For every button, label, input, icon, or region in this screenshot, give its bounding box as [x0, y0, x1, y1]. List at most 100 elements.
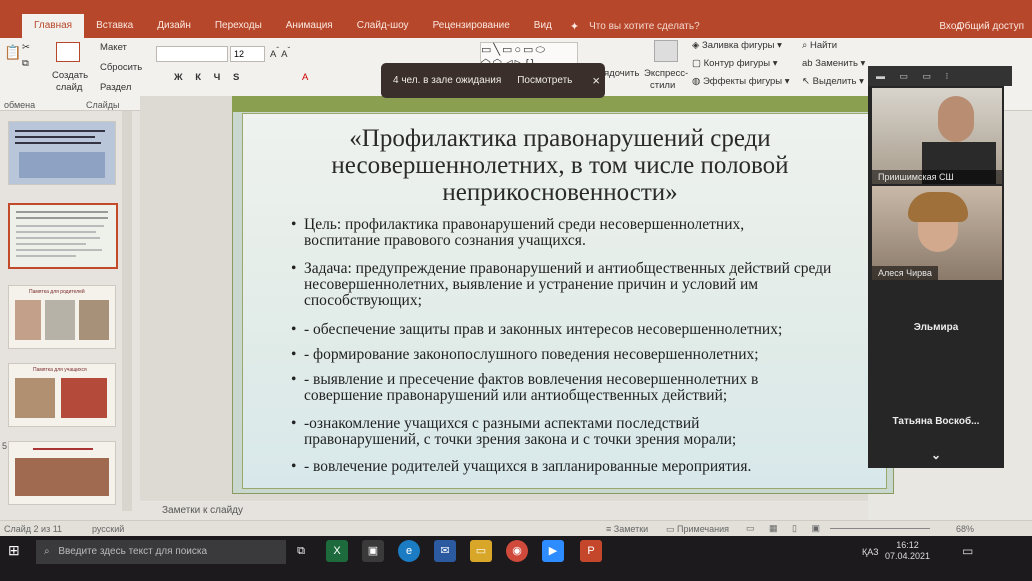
bullet-7[interactable]: • - вовлечение родителей учащихся в запла… — [291, 458, 864, 475]
bullet-4[interactable]: • - формирование законопослушного поведен… — [291, 346, 864, 363]
font-size-box[interactable]: 12 — [230, 46, 265, 62]
participant-name-4: Татьяна Воскоб... — [892, 416, 980, 427]
store-icon[interactable]: ▣ — [362, 540, 384, 562]
tab-slideshow[interactable]: Слайд-шоу — [345, 14, 421, 38]
copy-icon[interactable]: ⧉ — [22, 58, 29, 69]
shape-effects-button[interactable]: ◍ Эффекты фигуры ▾ — [692, 76, 790, 87]
mail-icon[interactable]: ✉ — [434, 540, 456, 562]
chevron-down-icon[interactable]: ⌄ — [868, 448, 1004, 462]
new-slide-icon[interactable] — [56, 42, 80, 62]
bullet-6[interactable]: • -ознакомление учащихся с разными аспект… — [291, 416, 804, 448]
tab-view[interactable]: Вид — [522, 14, 564, 38]
tab-transitions[interactable]: Переходы — [203, 14, 274, 38]
shape-outline-button[interactable]: ▢ Контур фигуры ▾ — [692, 58, 777, 69]
font-color-icon[interactable]: A — [302, 72, 308, 83]
select-button[interactable]: ↖ Выделить ▾ — [802, 76, 864, 87]
font-grow-icon[interactable]: Aˆ Aˇ — [270, 46, 290, 60]
search-placeholder: Введите здесь текст для поиска — [58, 546, 208, 557]
bullet-2[interactable]: • Задача: предупреждение правонарушений и… — [291, 260, 864, 309]
find-button[interactable]: ⌕ Найти — [802, 40, 837, 51]
task-view-icon[interactable]: ⧉ — [290, 540, 312, 562]
zoom-slider[interactable] — [830, 528, 930, 529]
bullet-7-text: - вовлечение родителей учащихся в заплан… — [304, 458, 752, 475]
bullet-5[interactable]: • - выявление и пресечение фактов вовлече… — [291, 372, 824, 404]
language-indicator[interactable]: русский — [92, 524, 124, 534]
share-button[interactable]: Общий доступ — [957, 21, 1024, 32]
slide-thumbnail-2[interactable] — [8, 203, 118, 269]
reset-button[interactable]: Сбросить — [100, 62, 142, 73]
title-bar — [0, 0, 1032, 14]
replace-button[interactable]: ab Заменить ▾ — [802, 58, 865, 69]
participant-video-1[interactable]: Приишимская СШ — [872, 88, 1002, 184]
excel-icon[interactable]: X — [326, 540, 348, 562]
comments-toggle[interactable]: ▭ Примечания — [666, 524, 729, 535]
chrome-icon[interactable]: ◉ — [506, 540, 528, 562]
clock-date: 07.04.2021 — [885, 551, 931, 561]
slide-title[interactable]: «Профилактика правонарушений среди несов… — [250, 125, 870, 206]
system-clock[interactable]: 16:12 07.04.2021 — [885, 540, 930, 562]
tab-home[interactable]: Главная — [22, 14, 85, 38]
paste-icon[interactable]: 📋 — [4, 44, 21, 61]
bullet-2-text: Задача: предупреждение правонарушений и … — [304, 260, 832, 309]
tab-insert[interactable]: Вставка — [84, 14, 145, 38]
tell-me-search[interactable]: Что вы хотите сделать? — [589, 21, 700, 32]
tab-file[interactable] — [0, 14, 22, 38]
panel-toolbar: ▬ ▭ ▭ ⁝ — [868, 66, 1012, 86]
bullet-dot: • — [291, 216, 297, 233]
tab-animation[interactable]: Анимация — [274, 14, 345, 38]
explorer-icon[interactable]: ▭ — [470, 540, 492, 562]
taskbar-search[interactable]: ⌕ Введите здесь текст для поиска — [36, 540, 286, 564]
shape-fill-label: Заливка фигуры — [701, 40, 775, 51]
notes-pane[interactable]: Заметки к слайду — [140, 502, 868, 520]
participant-video-2[interactable]: Алеся Чирва — [872, 186, 1002, 280]
replace-label: Заменить — [815, 58, 858, 69]
zoom-app-icon[interactable]: ▶ — [542, 540, 564, 562]
bullet-1-text: Цель: профилактика правонарушений среди … — [304, 216, 745, 249]
notes-toggle[interactable]: ≡ Заметки — [606, 524, 648, 534]
group-label-clipboard: обмена — [4, 100, 36, 110]
slide-top-band — [232, 96, 892, 112]
windows-start-icon[interactable]: ⊞ — [8, 542, 20, 559]
thumbnails-scrollbar[interactable] — [122, 111, 132, 511]
edge-icon[interactable]: e — [398, 540, 420, 562]
font-name-box[interactable] — [156, 46, 228, 62]
bullet-dot: • — [291, 346, 297, 363]
arrange-button[interactable]: ядочить — [604, 68, 639, 79]
view-buttons[interactable]: ▭ ▦ ▯ ▣ — [746, 523, 826, 534]
slide-thumbnail-1[interactable] — [8, 121, 116, 185]
tab-review[interactable]: Рецензирование — [421, 14, 522, 38]
close-icon[interactable]: × — [592, 73, 600, 88]
language-indicator-taskbar[interactable]: ҚАЗ — [862, 547, 879, 557]
clock-time: 16:12 — [896, 540, 919, 550]
bullet-4-text: - формирование законопослушного поведени… — [304, 346, 759, 363]
bullet-3[interactable]: • - обеспечение защиты прав и законных ин… — [291, 322, 864, 338]
notes-toggle-label: Заметки — [613, 524, 649, 534]
toast-view-button[interactable]: Посмотреть — [517, 75, 572, 86]
participant-face-1 — [938, 96, 974, 142]
participant-name-3: Эльмира — [913, 322, 959, 333]
powerpoint-icon[interactable]: P — [580, 540, 602, 562]
tab-design[interactable]: Дизайн — [145, 14, 203, 38]
shape-outline-label: Контур фигуры — [703, 58, 771, 69]
new-slide-label-1[interactable]: Создать — [52, 70, 88, 81]
cut-icon[interactable]: ✂ — [22, 42, 30, 53]
shape-fill-button[interactable]: ◈ Заливка фигуры ▾ — [692, 40, 782, 51]
slide-thumbnail-3[interactable]: Памятка для родителей — [8, 285, 116, 349]
section-button[interactable]: Раздел — [100, 82, 131, 93]
quick-styles-label-2[interactable]: стили — [650, 80, 675, 91]
quick-styles-icon[interactable] — [654, 40, 678, 62]
slide-thumbnail-5[interactable] — [8, 441, 116, 505]
font-style-buttons[interactable]: Ж К Ч S — [174, 72, 244, 83]
slide-thumbnail-4-caption: Памятка для учащихся — [33, 367, 87, 373]
notification-icon[interactable]: ▭ — [962, 544, 973, 558]
zoom-level[interactable]: 68% — [956, 524, 974, 534]
select-label: Выделить — [812, 76, 857, 87]
slide-number-5: 5 — [2, 441, 8, 451]
slide-thumbnail-4[interactable]: Памятка для учащихся — [8, 363, 116, 427]
layout-button[interactable]: Макет — [100, 42, 127, 53]
quick-styles-label-1[interactable]: Экспресс- — [644, 68, 688, 79]
slide-thumbnails-pane: Памятка для родителей Памятка для учащих… — [0, 111, 140, 521]
participant-name-2: Алеся Чирва — [872, 266, 938, 280]
bullet-1[interactable]: • Цель: профилактика правонарушений среди… — [291, 216, 814, 249]
new-slide-label-2[interactable]: слайд — [56, 82, 82, 93]
